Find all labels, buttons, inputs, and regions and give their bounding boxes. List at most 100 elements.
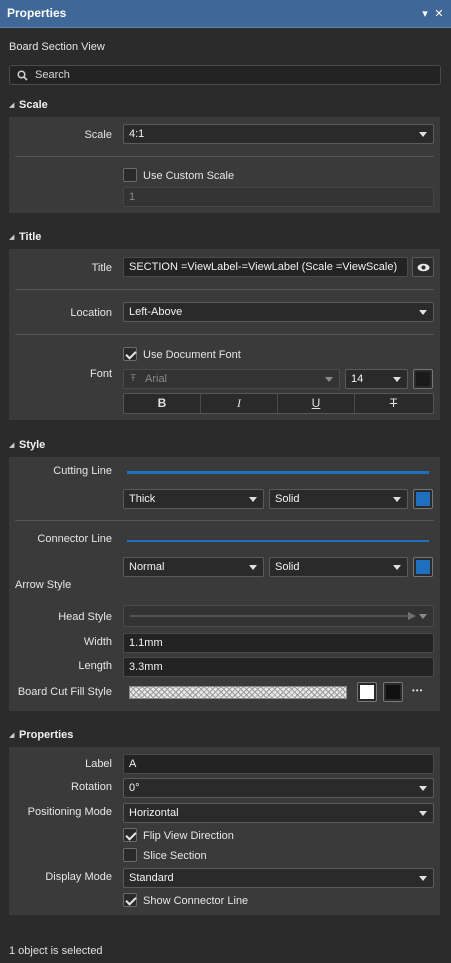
divider	[15, 334, 434, 335]
panel-menu-icon[interactable]: ▾	[418, 7, 432, 21]
section-title: Scale	[19, 99, 48, 111]
object-type-label: Board Section View	[9, 41, 105, 53]
close-icon[interactable]: ✕	[432, 7, 446, 21]
cutting-weight-value: Thick	[129, 493, 156, 505]
custom-scale-value: 1	[129, 191, 136, 203]
positioning-mode-label: Positioning Mode	[27, 806, 112, 818]
positioning-mode-value: Horizontal	[129, 807, 179, 819]
eye-icon	[417, 263, 430, 272]
font-size-value: 14	[351, 373, 364, 385]
fill-background-color-swatch[interactable]	[383, 682, 403, 702]
length-label: Length	[78, 660, 112, 672]
search-input[interactable]: Search	[9, 65, 441, 85]
panel-titlebar: Properties ▾ ✕	[0, 0, 451, 28]
slice-section-label: Slice Section	[143, 850, 207, 862]
italic-button[interactable]: I	[201, 394, 278, 413]
cutting-line-style-dropdown[interactable]: Solid	[269, 489, 408, 509]
arrow-preview-icon	[130, 612, 416, 620]
section-title: Title	[19, 231, 42, 243]
chevron-down-icon	[419, 132, 427, 137]
collapse-triangle-icon: ◢	[9, 442, 15, 449]
location-dropdown[interactable]: Left-Above	[123, 302, 434, 322]
section-title: Properties	[19, 729, 74, 741]
strikethrough-button[interactable]: T	[355, 394, 432, 413]
font-label: Font	[89, 368, 112, 380]
underline-button[interactable]: U	[278, 394, 355, 413]
chevron-down-icon	[419, 811, 427, 816]
length-value: 3.3mm	[129, 661, 163, 673]
divider	[15, 156, 434, 157]
head-style-label: Head Style	[58, 611, 112, 623]
connector-line-weight-dropdown[interactable]: Normal	[123, 557, 264, 577]
use-document-font-checkbox[interactable]	[123, 347, 137, 361]
chevron-down-icon	[393, 565, 401, 570]
chevron-down-icon	[249, 565, 257, 570]
cutting-line-label: Cutting Line	[53, 465, 112, 477]
cutting-line-weight-dropdown[interactable]: Thick	[123, 489, 264, 509]
chevron-down-icon	[325, 377, 333, 382]
location-value: Left-Above	[129, 306, 183, 318]
use-custom-scale-checkbox[interactable]	[123, 168, 137, 182]
length-input[interactable]: 3.3mm	[123, 657, 434, 677]
scale-value: 4:1	[129, 128, 145, 140]
flip-view-direction-checkbox[interactable]	[123, 828, 137, 842]
connector-weight-value: Normal	[129, 561, 165, 573]
board-cut-fill-style-label: Board Cut Fill Style	[17, 686, 112, 698]
font-format-bar: B I U T	[123, 393, 434, 414]
scale-label: Scale	[84, 129, 112, 141]
more-options-icon[interactable]: •••	[412, 686, 423, 695]
connector-line-color-swatch[interactable]	[413, 557, 433, 577]
fill-foreground-color-swatch[interactable]	[357, 682, 377, 702]
cutting-line-color-swatch[interactable]	[413, 489, 433, 509]
connector-style-value: Solid	[275, 561, 300, 573]
rotation-label: Rotation	[71, 781, 112, 793]
title-label: Title	[91, 262, 112, 274]
scale-dropdown[interactable]: 4:1	[123, 124, 434, 144]
rotation-dropdown[interactable]: 0°	[123, 778, 434, 798]
collapse-triangle-icon: ◢	[9, 732, 15, 739]
selection-status: 1 object is selected	[9, 945, 103, 957]
font-name-value: Arial	[145, 373, 168, 385]
search-placeholder: Search	[35, 69, 70, 81]
chevron-down-icon	[393, 377, 401, 382]
slice-section-checkbox[interactable]	[123, 848, 137, 862]
divider	[15, 289, 434, 290]
use-custom-scale-label: Use Custom Scale	[143, 170, 235, 182]
location-label: Location	[70, 307, 112, 319]
display-mode-value: Standard	[129, 872, 174, 884]
cutting-line-preview	[127, 471, 429, 474]
connector-line-style-dropdown[interactable]: Solid	[269, 557, 408, 577]
title-visibility-button[interactable]	[412, 257, 434, 277]
title-value: SECTION =ViewLabel-=ViewLabel (Scale =Vi…	[129, 261, 398, 273]
head-style-dropdown[interactable]	[123, 605, 434, 627]
label-input[interactable]: A	[123, 754, 434, 774]
title-input[interactable]: SECTION =ViewLabel-=ViewLabel (Scale =Vi…	[123, 257, 408, 277]
font-size-dropdown[interactable]: 14	[345, 369, 408, 389]
chevron-down-icon	[393, 497, 401, 502]
positioning-mode-dropdown[interactable]: Horizontal	[123, 803, 434, 823]
chevron-down-icon	[419, 310, 427, 315]
display-mode-dropdown[interactable]: Standard	[123, 868, 434, 888]
use-document-font-label: Use Document Font	[143, 349, 241, 361]
flip-view-direction-label: Flip View Direction	[143, 830, 234, 842]
rotation-value: 0°	[129, 782, 140, 794]
chevron-down-icon	[249, 497, 257, 502]
divider	[15, 520, 434, 521]
section-title: Style	[19, 439, 46, 451]
collapse-triangle-icon: ◢	[9, 102, 15, 109]
cutting-style-value: Solid	[275, 493, 300, 505]
chevron-down-icon	[419, 786, 427, 791]
font-color-swatch[interactable]	[413, 369, 433, 389]
truetype-icon: Ŧ	[130, 373, 137, 384]
connector-line-label: Connector Line	[37, 533, 112, 545]
show-connector-line-checkbox[interactable]	[123, 893, 137, 907]
chevron-down-icon	[419, 876, 427, 881]
connector-line-preview	[127, 540, 429, 542]
show-connector-line-label: Show Connector Line	[143, 895, 249, 907]
fill-pattern-preview[interactable]	[129, 686, 347, 699]
bold-button[interactable]: B	[124, 394, 201, 413]
font-name-dropdown[interactable]: Ŧ Arial	[123, 369, 340, 389]
width-input[interactable]: 1.1mm	[123, 633, 434, 653]
display-mode-label: Display Mode	[45, 871, 112, 883]
custom-scale-input[interactable]: 1	[123, 187, 434, 207]
